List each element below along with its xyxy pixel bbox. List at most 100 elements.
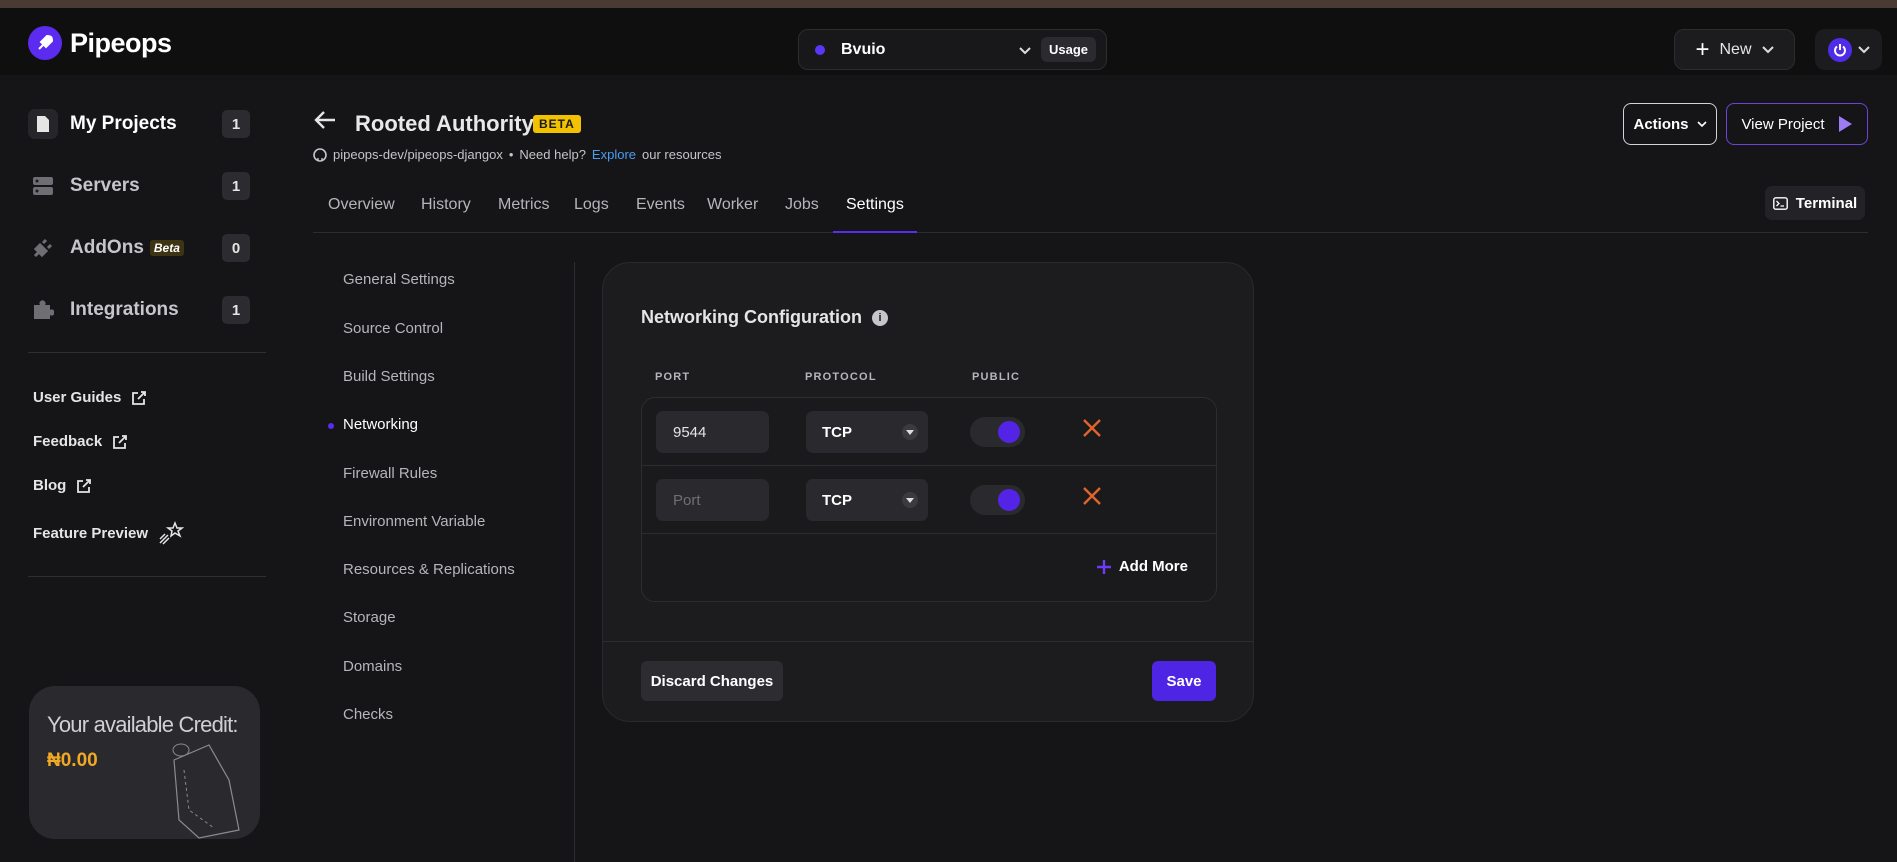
external-link-icon (77, 478, 92, 493)
settings-nav-environment[interactable]: Environment Variable (343, 513, 485, 530)
workspace-name: Bvuio (841, 40, 886, 58)
settings-nav-general[interactable]: General Settings (343, 271, 455, 288)
port-rows: TCP TCP Add More (641, 397, 1217, 602)
delete-x-icon[interactable] (1082, 418, 1102, 438)
chevron-down-icon (1761, 45, 1774, 53)
settings-nav-domains[interactable]: Domains (343, 658, 402, 675)
settings-nav-networking[interactable]: Networking (343, 416, 418, 433)
protocol-select[interactable]: TCP (806, 479, 928, 521)
workspace-switcher[interactable]: Bvuio Usage (798, 29, 1107, 70)
separator-dot: • (508, 147, 514, 162)
project-tabs: Overview History Metrics Logs Events Wor… (313, 188, 1868, 233)
settings-nav-resources[interactable]: Resources & Replications (343, 561, 515, 578)
server-icon (28, 171, 58, 201)
port-input[interactable] (656, 411, 769, 453)
column-header-public: PUBLIC (972, 371, 1021, 383)
save-button[interactable]: Save (1152, 661, 1216, 701)
terminal-icon (1772, 196, 1788, 210)
active-indicator-dot (328, 423, 334, 429)
sidebar-item-label: My Projects (70, 113, 177, 134)
settings-nav-build[interactable]: Build Settings (343, 368, 435, 385)
protocol-value: TCP (822, 491, 852, 509)
beta-tag: Beta (149, 240, 184, 256)
external-link-icon (113, 434, 128, 449)
external-link-icon (132, 390, 147, 405)
settings-nav-firewall[interactable]: Firewall Rules (343, 465, 437, 482)
play-icon (1838, 116, 1852, 132)
tab-worker[interactable]: Worker (707, 196, 758, 233)
actions-button[interactable]: Actions (1623, 103, 1717, 145)
delete-x-icon[interactable] (1082, 486, 1102, 506)
rocket-logo-icon (28, 26, 62, 60)
shooting-star-icon (159, 521, 185, 545)
sidebar-item-addons[interactable]: AddOns Beta 0 (28, 231, 250, 265)
view-project-label: View Project (1741, 115, 1825, 133)
sidebar-item-label: Integrations (70, 299, 179, 320)
explore-link[interactable]: Explore (592, 147, 636, 162)
caret-down-icon (902, 492, 918, 508)
tab-history[interactable]: History (421, 196, 471, 233)
tab-metrics[interactable]: Metrics (498, 196, 550, 233)
app-logo[interactable]: Pipeops (28, 26, 172, 60)
user-guides-link[interactable]: User Guides (33, 389, 147, 406)
port-input[interactable] (656, 479, 769, 521)
feature-preview-label: Feature Preview (33, 524, 149, 542)
back-arrow-icon[interactable] (314, 110, 336, 130)
column-header-port: PORT (655, 371, 691, 383)
sidebar-item-integrations[interactable]: Integrations 1 (28, 293, 250, 327)
app-name: Pipeops (70, 27, 172, 58)
new-button-label: New (1719, 40, 1752, 58)
plug-icon (28, 233, 58, 263)
sidebar-item-count: 1 (222, 296, 250, 324)
port-row: TCP (642, 398, 1216, 466)
sidebar-item-label: AddOns (70, 237, 144, 258)
view-project-button[interactable]: View Project (1726, 103, 1868, 145)
user-guides-label: User Guides (33, 389, 122, 406)
networking-title: Networking Configuration (641, 307, 862, 327)
new-button[interactable]: + New (1674, 29, 1795, 70)
credit-value: ₦0.00 (47, 750, 98, 771)
panel-title: Networking Configuration i (641, 307, 888, 328)
panel-divider (603, 641, 1253, 642)
credit-card: Your available Credit: ₦0.00 (29, 686, 260, 839)
sidebar: My Projects 1 Servers 1 AddOns Beta 0 In… (0, 75, 290, 862)
tab-events[interactable]: Events (636, 196, 685, 233)
settings-nav-checks[interactable]: Checks (343, 706, 393, 723)
profile-menu[interactable] (1815, 29, 1882, 70)
info-icon[interactable]: i (871, 309, 888, 326)
feedback-link[interactable]: Feedback (33, 433, 128, 450)
repo-name[interactable]: pipeops-dev/pipeops-djangox (333, 147, 503, 162)
protocol-value: TCP (822, 423, 852, 441)
protocol-select[interactable]: TCP (806, 411, 928, 453)
public-toggle[interactable] (970, 485, 1025, 515)
add-more-label: Add More (1118, 558, 1188, 575)
feature-preview-link[interactable]: Feature Preview (33, 521, 185, 545)
plus-icon (1096, 559, 1111, 574)
sidebar-item-count: 1 (222, 110, 250, 138)
card-illustration-icon (172, 743, 240, 839)
blog-link[interactable]: Blog (33, 477, 92, 494)
tab-logs[interactable]: Logs (574, 196, 609, 233)
project-title: Rooted Authority (355, 111, 534, 136)
credit-title: Your available Credit: (47, 712, 239, 737)
toggle-knob (998, 421, 1020, 443)
public-toggle[interactable] (970, 417, 1025, 447)
sidebar-item-my-projects[interactable]: My Projects 1 (28, 107, 250, 141)
chevron-down-icon[interactable] (1019, 42, 1031, 58)
actions-label: Actions (1633, 115, 1689, 133)
sidebar-item-servers[interactable]: Servers 1 (28, 169, 250, 203)
sidebar-item-count: 1 (222, 172, 250, 200)
toggle-knob (998, 489, 1020, 511)
sidebar-divider (28, 576, 266, 577)
tab-jobs[interactable]: Jobs (785, 196, 819, 233)
settings-nav-source-control[interactable]: Source Control (343, 320, 443, 337)
add-more-button[interactable]: Add More (1096, 558, 1188, 575)
workspace-status-dot (815, 44, 825, 55)
tab-overview[interactable]: Overview (328, 196, 395, 233)
chevron-down-icon (1696, 120, 1707, 127)
tab-settings[interactable]: Settings (833, 196, 917, 233)
usage-button[interactable]: Usage (1040, 37, 1096, 62)
discard-changes-button[interactable]: Discard Changes (641, 661, 783, 701)
terminal-button[interactable]: Terminal (1765, 186, 1865, 220)
settings-nav-storage[interactable]: Storage (343, 609, 396, 626)
